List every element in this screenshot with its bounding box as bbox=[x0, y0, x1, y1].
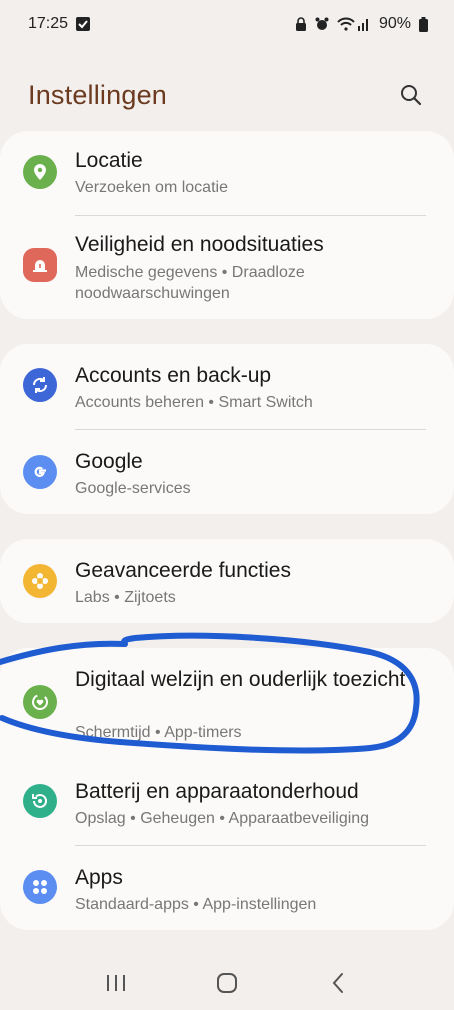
google-icon bbox=[23, 455, 57, 489]
page-header: Instellingen bbox=[0, 70, 454, 120]
settings-item-locatie[interactable]: Locatie Verzoeken om locatie bbox=[0, 131, 454, 215]
item-label: Digitaal welzijn en ouderlijk toezicht bbox=[75, 668, 406, 691]
wellbeing-icon bbox=[23, 685, 57, 719]
item-subtitle: Google-services bbox=[75, 480, 191, 497]
item-subtitle: Medische gegevens • Draadloze noodwaarsc… bbox=[75, 264, 305, 302]
gear-flower-icon bbox=[23, 564, 57, 598]
lock-icon bbox=[295, 17, 307, 31]
apps-icon bbox=[23, 870, 57, 904]
recents-icon bbox=[106, 974, 125, 991]
battery-icon bbox=[419, 16, 428, 32]
settings-group-1: Locatie Verzoeken om locatie Veiligheid … bbox=[0, 131, 454, 319]
item-label: Geavanceerde functies bbox=[75, 559, 291, 582]
device-care-icon bbox=[23, 784, 57, 818]
download-check-icon bbox=[76, 17, 91, 31]
settings-item-accounts[interactable]: Accounts en back-up Accounts beheren • S… bbox=[0, 344, 454, 429]
search-button[interactable] bbox=[394, 78, 428, 112]
wifi-signal-icon bbox=[337, 17, 371, 31]
page-title: Instellingen bbox=[28, 79, 167, 110]
status-time: 17:25 bbox=[28, 15, 69, 32]
item-subtitle: Schermtijd • App-timers bbox=[75, 724, 242, 741]
navigation-bar bbox=[0, 955, 454, 1010]
item-subtitle: Labs • Zijtoets bbox=[75, 589, 176, 606]
item-label: Google bbox=[75, 450, 143, 473]
item-subtitle: Opslag • Geheugen • Apparaatbeveiliging bbox=[75, 810, 370, 827]
item-label: Locatie bbox=[75, 149, 143, 172]
settings-item-veiligheid[interactable]: Veiligheid en noodsituaties Medische geg… bbox=[0, 216, 454, 319]
battery-percentage: 90% bbox=[378, 15, 411, 32]
alarm-icon bbox=[315, 17, 329, 31]
settings-item-digitaal-welzijn[interactable]: Digitaal welzijn en ouderlijk toezicht S… bbox=[0, 648, 454, 758]
home-button[interactable] bbox=[197, 963, 257, 1003]
settings-item-batterij[interactable]: Batterij en apparaatonderhoud Opslag • G… bbox=[0, 760, 454, 845]
search-icon bbox=[401, 85, 422, 106]
item-label: Batterij en apparaatonderhoud bbox=[75, 780, 359, 803]
settings-group-3: Geavanceerde functies Labs • Zijtoets bbox=[0, 539, 454, 623]
item-subtitle: Accounts beheren • Smart Switch bbox=[75, 394, 313, 411]
settings-item-geavanceerde-functies[interactable]: Geavanceerde functies Labs • Zijtoets bbox=[0, 539, 454, 623]
settings-group-4: Digitaal welzijn en ouderlijk toezicht S… bbox=[0, 648, 454, 930]
home-icon bbox=[216, 972, 237, 993]
status-bar: 17:25 90% bbox=[0, 0, 454, 48]
item-label: Apps bbox=[75, 866, 123, 889]
item-subtitle: Standaard-apps • App-instellingen bbox=[75, 896, 317, 913]
sync-icon bbox=[23, 368, 57, 402]
settings-group-2: Accounts en back-up Accounts beheren • S… bbox=[0, 344, 454, 514]
location-pin-icon bbox=[23, 155, 57, 189]
emergency-icon bbox=[23, 248, 57, 282]
back-chevron-icon bbox=[332, 972, 344, 993]
item-label: Veiligheid en noodsituaties bbox=[75, 233, 324, 256]
back-button[interactable] bbox=[308, 963, 368, 1003]
settings-item-google[interactable]: Google Google-services bbox=[0, 430, 454, 514]
item-label: Accounts en back-up bbox=[75, 364, 272, 387]
item-subtitle: Verzoeken om locatie bbox=[75, 179, 228, 196]
settings-item-apps[interactable]: Apps Standaard-apps • App-instellingen bbox=[0, 846, 454, 930]
recent-apps-button[interactable] bbox=[86, 963, 146, 1003]
